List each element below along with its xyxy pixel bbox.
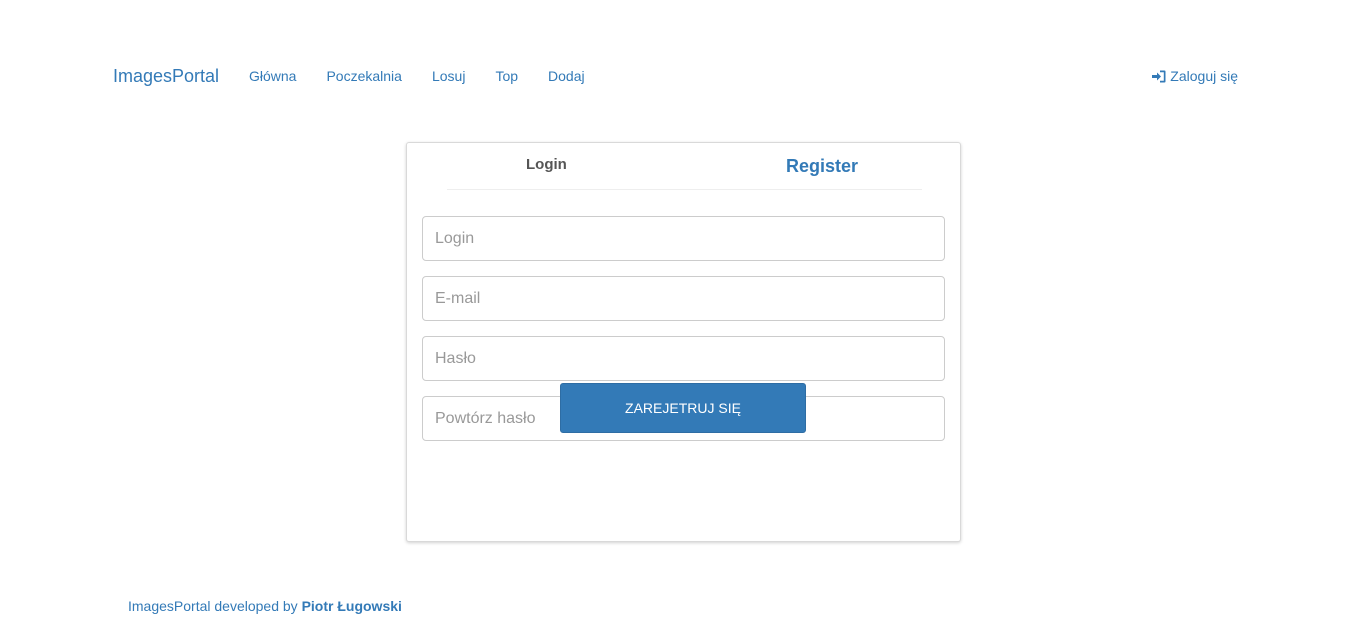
sign-in-icon xyxy=(1152,70,1166,82)
nav-link-top[interactable]: Top xyxy=(495,67,518,85)
nav-link-dodaj[interactable]: Dodaj xyxy=(548,67,585,85)
login-field[interactable] xyxy=(422,216,945,261)
brand-link[interactable]: ImagesPortal xyxy=(113,66,219,87)
email-field[interactable] xyxy=(422,276,945,321)
footer: ImagesPortal developed by Piotr Ługowski xyxy=(128,598,402,614)
login-link[interactable]: Zaloguj się xyxy=(1152,67,1238,85)
login-link-label: Zaloguj się xyxy=(1170,68,1238,84)
register-button[interactable]: ZAREJETRUJ SIĘ xyxy=(560,383,806,433)
tab-login[interactable]: Login xyxy=(526,156,567,173)
nav-links: Główna Poczekalnia Losuj Top Dodaj xyxy=(249,67,615,85)
nav-link-glowna[interactable]: Główna xyxy=(249,67,296,85)
register-panel: Login Register ZAREJETRUJ SIĘ xyxy=(406,142,961,542)
nav-link-poczekalnia[interactable]: Poczekalnia xyxy=(326,67,402,85)
password-field[interactable] xyxy=(422,336,945,381)
footer-author-link[interactable]: Piotr Ługowski xyxy=(302,598,402,614)
navbar: ImagesPortal Główna Poczekalnia Losuj To… xyxy=(0,0,1366,152)
footer-text: ImagesPortal developed by xyxy=(128,598,298,614)
auth-tabs: Login Register xyxy=(447,143,922,190)
tab-register[interactable]: Register xyxy=(786,156,858,177)
nav-link-losuj[interactable]: Losuj xyxy=(432,67,465,85)
